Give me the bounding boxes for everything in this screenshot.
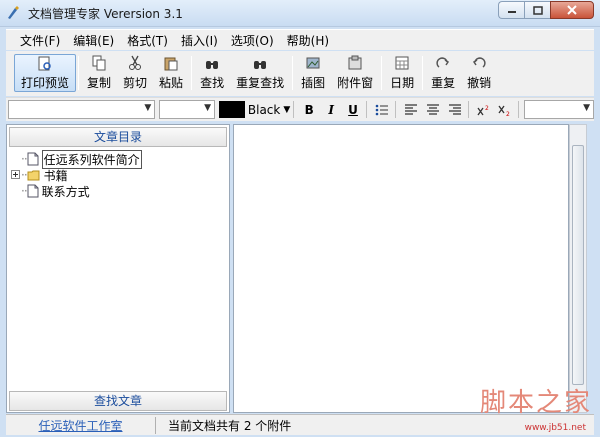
title-bar: 文档管理专家 Verersion 3.1 — [0, 0, 600, 27]
watermark-url: www.jb51.net — [524, 423, 586, 433]
bullet-list-icon — [375, 104, 388, 115]
editor-scrollbar[interactable] — [569, 124, 587, 413]
maximize-icon — [532, 5, 543, 15]
align-right-icon — [448, 103, 461, 115]
undo-icon — [473, 57, 486, 68]
minimize-button[interactable] — [498, 1, 524, 19]
expand-icon[interactable] — [11, 170, 21, 180]
redo-button[interactable]: 重复 — [425, 54, 461, 92]
search-article-button[interactable]: 查找文章 — [9, 391, 227, 411]
align-center-icon — [426, 103, 439, 115]
undo-button[interactable]: 撤销 — [461, 54, 497, 92]
find-button[interactable]: 查找 — [194, 54, 230, 92]
article-directory-header[interactable]: 文章目录 — [9, 127, 227, 147]
find-icon — [206, 61, 219, 69]
svg-text:2: 2 — [485, 105, 489, 112]
font-color-label[interactable]: Black — [248, 103, 280, 117]
minimize-icon — [507, 11, 516, 13]
underline-button[interactable]: U — [343, 100, 363, 119]
document-icon — [27, 184, 39, 198]
paste-icon — [164, 57, 178, 71]
tree-item-label: 联系方式 — [41, 184, 90, 199]
document-editor[interactable] — [233, 124, 569, 413]
superscript-icon: 2 — [477, 105, 489, 115]
cut-button[interactable]: 剪切 — [117, 54, 153, 92]
close-button[interactable] — [550, 1, 594, 19]
document-icon — [27, 152, 39, 166]
superscript-button[interactable]: 2 — [474, 100, 494, 119]
attachment-icon — [348, 55, 362, 70]
chevron-down-icon: ▼ — [583, 103, 591, 113]
window-title: 文档管理专家 Verersion 3.1 — [28, 7, 183, 21]
tree-item[interactable]: ·· 联系方式 — [11, 183, 225, 199]
calendar-icon — [395, 56, 409, 70]
folder-icon — [27, 170, 40, 181]
redo-icon — [436, 57, 450, 68]
align-left-icon — [404, 103, 417, 115]
menu-file[interactable]: 文件(F) — [16, 32, 69, 49]
print-preview-icon — [38, 56, 51, 70]
menu-help[interactable]: 帮助(H) — [283, 32, 338, 49]
scrollbar-thumb[interactable] — [572, 145, 584, 385]
subscript-icon: 2 — [498, 105, 510, 116]
bold-button[interactable]: B — [299, 100, 319, 119]
tree-item[interactable]: ·· 书籍 — [11, 167, 225, 183]
chevron-down-icon: ▼ — [144, 103, 152, 113]
attachment-count-status: 当前文档共有 2 个附件 — [168, 418, 292, 433]
svg-text:2: 2 — [506, 111, 510, 116]
watermark-logo: 脚本之家 — [479, 388, 592, 418]
app-icon — [8, 6, 19, 19]
insert-image-icon — [306, 57, 320, 69]
align-center-button[interactable] — [423, 100, 443, 119]
font-size-select[interactable]: ▼ — [159, 100, 215, 119]
menu-insert[interactable]: 插入(I) — [177, 32, 227, 49]
chevron-down-icon: ▼ — [204, 103, 211, 113]
maximize-button[interactable] — [524, 1, 550, 19]
print-preview-button[interactable]: 打印预览 — [14, 54, 77, 92]
font-color-swatch[interactable] — [219, 101, 245, 118]
italic-button[interactable]: I — [321, 100, 341, 119]
format-bar: ▼ ▼ Black ▼ B I U 2 2 ▼ — [6, 97, 595, 121]
cut-icon — [129, 55, 142, 70]
tree-item[interactable]: ·· 任远系列软件简介 — [11, 149, 225, 169]
toolbar: 打印预览 复制 剪切 粘贴 查找 重复查找 插图 附件窗 日期 重复 撤销 — [6, 51, 594, 96]
paste-button[interactable]: 粘贴 — [153, 54, 189, 92]
menu-bar: 文件(F) 编辑(E) 格式(T) 插入(I) 选项(O) 帮助(H) — [6, 29, 594, 50]
style-select[interactable]: ▼ — [524, 100, 595, 119]
bullet-list-button[interactable] — [372, 100, 392, 119]
copy-icon — [92, 55, 106, 71]
find-again-icon — [254, 61, 267, 69]
menu-options[interactable]: 选项(O) — [227, 32, 283, 49]
menu-edit[interactable]: 编辑(E) — [69, 32, 123, 49]
align-left-button[interactable] — [401, 100, 421, 119]
chevron-down-icon[interactable]: ▼ — [283, 105, 290, 115]
tree-item-label: 书籍 — [43, 168, 68, 183]
find-again-button[interactable]: 重复查找 — [230, 54, 290, 92]
studio-link[interactable]: 任远软件工作室 — [6, 416, 156, 434]
font-name-select[interactable]: ▼ — [8, 100, 156, 119]
menu-format[interactable]: 格式(T) — [123, 32, 177, 49]
subscript-button[interactable]: 2 — [496, 100, 516, 119]
article-tree: ·· 任远系列软件简介 ·· 书籍 ·· 联系方式 — [11, 149, 225, 199]
date-button[interactable]: 日期 — [384, 54, 420, 92]
close-icon — [567, 5, 577, 15]
align-right-button[interactable] — [445, 100, 465, 119]
article-tree-panel: 文章目录 ·· 任远系列软件简介 ·· 书籍 ·· 联系方式 查找文章 — [6, 124, 230, 413]
attachment-window-button[interactable]: 附件窗 — [331, 54, 379, 92]
copy-button[interactable]: 复制 — [81, 54, 117, 92]
insert-image-button[interactable]: 插图 — [295, 54, 331, 92]
